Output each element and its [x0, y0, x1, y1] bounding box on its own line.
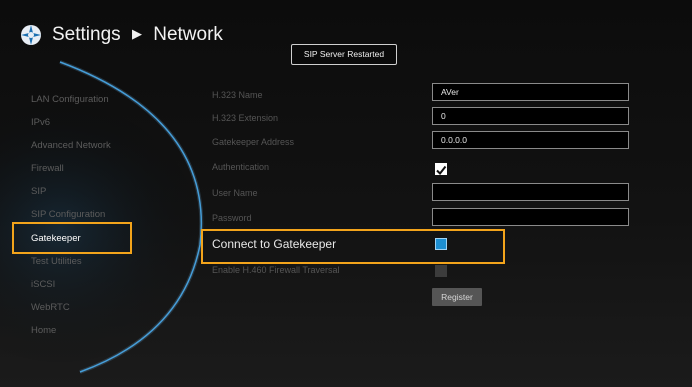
sidebar-item-ipv6[interactable]: IPv6 — [31, 117, 151, 128]
authentication-label: Authentication — [212, 162, 270, 172]
page-title: Settings ▶ Network — [52, 24, 223, 46]
user-name-label: User Name — [212, 188, 258, 198]
sidebar-item-home[interactable]: Home — [31, 325, 151, 336]
h460-checkbox[interactable] — [435, 265, 447, 277]
sidebar-item-firewall[interactable]: Firewall — [31, 163, 151, 174]
settings-logo-icon — [21, 25, 41, 45]
authentication-checkbox[interactable] — [435, 163, 447, 176]
breadcrumb-arrow-icon: ▶ — [131, 26, 142, 41]
register-button[interactable]: Register — [432, 288, 482, 306]
connect-gatekeeper-highlight-frame — [201, 229, 505, 264]
page-header: Settings ▶ Network — [20, 24, 223, 46]
sidebar-item-advanced-network[interactable]: Advanced Network — [31, 140, 151, 151]
password-label: Password — [212, 213, 252, 223]
sidebar-item-webrtc[interactable]: WebRTC — [31, 302, 151, 313]
sidebar-item-sip[interactable]: SIP — [31, 186, 151, 197]
h323-name-input[interactable]: AVer — [432, 83, 629, 101]
password-input[interactable] — [432, 208, 629, 226]
sidebar-item-sip-configuration[interactable]: SIP Configuration — [31, 209, 151, 220]
sidebar-item-iscsi[interactable]: iSCSI — [31, 279, 151, 290]
h460-label: Enable H.460 Firewall Traversal — [212, 265, 340, 275]
gatekeeper-address-input[interactable]: 0.0.0.0 — [432, 131, 629, 149]
subtitle-text: Network — [153, 24, 223, 45]
sidebar-item-lan-configuration[interactable]: LAN Configuration — [31, 94, 151, 105]
sidebar-item-test-utilities[interactable]: Test Utilities — [31, 256, 151, 267]
settings-screen: Settings ▶ Network SIP Server Restarted … — [0, 0, 692, 387]
title-text: Settings — [52, 24, 121, 45]
checkmark-icon — [436, 165, 447, 176]
sidebar-highlight-frame — [12, 222, 132, 254]
h323-extension-input[interactable]: 0 — [432, 107, 629, 125]
user-name-input[interactable] — [432, 183, 629, 201]
h323-extension-label: H.323 Extension — [212, 113, 279, 123]
gatekeeper-address-label: Gatekeeper Address — [212, 137, 295, 147]
h323-name-label: H.323 Name — [212, 90, 263, 100]
status-badge: SIP Server Restarted — [291, 44, 397, 65]
